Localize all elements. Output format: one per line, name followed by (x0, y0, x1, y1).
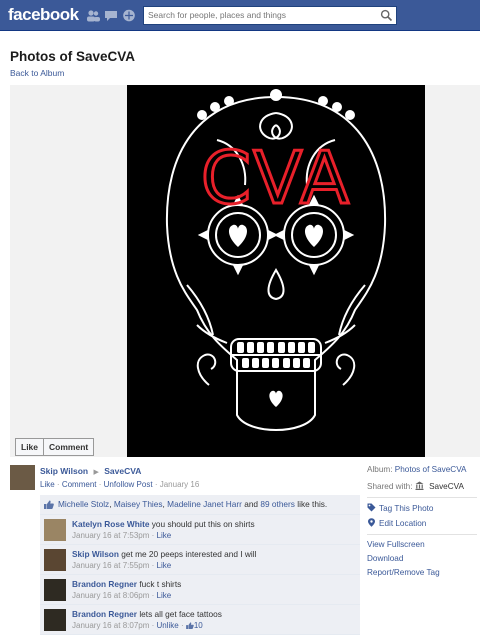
separator: · (98, 480, 102, 489)
comment-meta: January 16 at 7:55pm · Like (72, 561, 172, 570)
comment-like-link[interactable]: Unlike (157, 621, 179, 630)
page-audience-icon (415, 481, 424, 490)
author-link[interactable]: Skip Wilson (40, 466, 88, 476)
report-row[interactable]: Report/Remove Tag (367, 568, 477, 580)
sugar-skull-artwork: CVA (165, 89, 387, 431)
search-icon[interactable] (380, 9, 393, 22)
comment-time: January 16 at 7:55pm (72, 561, 150, 570)
back-to-album-link[interactable]: Back to Album (10, 68, 64, 78)
facebook-logo[interactable]: facebook (8, 5, 79, 25)
comment-body: Katelyn Rose White you should put this o… (72, 519, 255, 541)
target-page-link[interactable]: SaveCVA (104, 466, 141, 476)
story-header: Skip Wilson ▶ SaveCVA (40, 466, 141, 476)
view-fullscreen-row[interactable]: View Fullscreen (367, 540, 477, 552)
comment-body: Skip Wilson get me 20 peeps interested a… (72, 549, 256, 571)
comment-time: January 16 at 8:06pm (72, 591, 150, 600)
search-input[interactable]: Search for people, places and things (148, 10, 286, 20)
divider (367, 534, 477, 535)
separator: · (56, 480, 60, 489)
comma: , (109, 499, 112, 509)
comment-meta: January 16 at 7:53pm · Like (72, 531, 172, 540)
comment-text: you should put this on shirts (151, 519, 255, 529)
shared-with-value: SaveCVA (429, 482, 464, 491)
feedback-box: Michelle Stolz, Maisey Thies, Madeline J… (40, 495, 360, 635)
commenter-name[interactable]: Brandon Regner (72, 579, 137, 589)
likes-tail: like this. (297, 499, 328, 509)
comment-time: January 16 at 8:07pm (72, 621, 150, 630)
tag-photo-row[interactable]: Tag This Photo (367, 503, 477, 515)
commenter-avatar[interactable] (44, 549, 66, 571)
location-pin-icon (368, 518, 375, 527)
edit-location-link[interactable]: Edit Location (379, 519, 426, 528)
comment-time: January 16 at 7:53pm (72, 531, 150, 540)
photo-caption-text: CVA (201, 136, 351, 220)
album-row: Album: Photos of SaveCVA (367, 465, 477, 477)
edit-location-row[interactable]: Edit Location (367, 518, 477, 530)
liker-name[interactable]: Madeline Janet Harr (167, 499, 242, 509)
comment-like-link[interactable]: Like (157, 561, 172, 570)
likes-summary: Michelle Stolz, Maisey Thies, Madeline J… (40, 495, 360, 515)
jewel-bar (86, 9, 136, 22)
comment-meta: January 16 at 8:06pm · Like (72, 591, 172, 600)
comment-meta: January 16 at 8:07pm · Unlike · 10 (72, 621, 203, 630)
unfollow-post-link[interactable]: Unfollow Post (104, 480, 153, 489)
photo-info-sidebar: Album: Photos of SaveCVA Shared with: Sa… (367, 465, 477, 580)
comment-text: fuck t shirts (139, 579, 182, 589)
comment-text: get me 20 peeps interested and I will (121, 549, 257, 559)
photo-action-bar: Like Comment (15, 438, 95, 456)
album-link[interactable]: Photos of SaveCVA (395, 465, 467, 474)
page-title: Photos of SaveCVA (10, 49, 136, 64)
thumbs-up-icon (185, 622, 194, 629)
search-box[interactable]: Search for people, places and things (143, 6, 397, 25)
album-label: Album: (367, 465, 393, 474)
download-row[interactable]: Download (367, 554, 477, 566)
comment-like-link[interactable]: Like (157, 591, 172, 600)
comment-item: Brandon Regner lets all get face tattoos… (40, 605, 360, 635)
commenter-name[interactable]: Brandon Regner (72, 609, 137, 619)
comment-text: lets all get face tattoos (139, 609, 222, 619)
comment-body: Brandon Regner lets all get face tattoos… (72, 609, 222, 631)
comment-list: Katelyn Rose White you should put this o… (40, 515, 360, 635)
comment-item: Brandon Regner fuck t shirts January 16 a… (40, 575, 360, 605)
commenter-name[interactable]: Katelyn Rose White (72, 519, 149, 529)
like-link[interactable]: Like (40, 480, 55, 489)
commenter-avatar[interactable] (44, 579, 66, 601)
story-meta: Like · Comment · Unfollow Post · January… (40, 480, 199, 489)
divider (367, 497, 477, 498)
comment-photo-button[interactable]: Comment (43, 439, 93, 455)
others-link[interactable]: 89 others (260, 499, 295, 509)
commenter-name[interactable]: Skip Wilson (72, 549, 119, 559)
comma: , (162, 499, 165, 509)
comment-like-link[interactable]: Like (157, 531, 172, 540)
comment-link[interactable]: Comment (62, 480, 97, 489)
arrow-icon: ▶ (93, 469, 99, 476)
friends-icon[interactable] (86, 9, 100, 22)
and-text: and (244, 499, 259, 509)
like-photo-button[interactable]: Like (16, 439, 43, 455)
tag-this-photo-link[interactable]: Tag This Photo (379, 504, 433, 513)
report-remove-tag-link[interactable]: Report/Remove Tag (367, 568, 440, 577)
liker-name[interactable]: Maisey Thies (114, 499, 163, 509)
tag-icon (367, 503, 376, 512)
commenter-avatar[interactable] (44, 519, 66, 541)
top-bar: facebook Search for people, places and t… (0, 0, 480, 31)
notifications-icon[interactable] (122, 9, 136, 22)
messages-icon[interactable] (104, 9, 118, 22)
comment-body: Brandon Regner fuck t shirts January 16 a… (72, 579, 181, 601)
comment-like-count[interactable]: 10 (194, 621, 203, 630)
view-fullscreen-link[interactable]: View Fullscreen (367, 540, 425, 549)
comment-item: Katelyn Rose White you should put this o… (40, 515, 360, 545)
thumbs-up-icon (44, 500, 54, 509)
download-link[interactable]: Download (367, 554, 403, 563)
post-date: January 16 (159, 480, 200, 489)
shared-label: Shared with: (367, 482, 413, 491)
commenter-avatar[interactable] (44, 609, 66, 631)
author-avatar[interactable] (10, 465, 35, 490)
shared-row: Shared with: SaveCVA (367, 481, 477, 493)
comment-item: Skip Wilson get me 20 peeps interested a… (40, 545, 360, 575)
liker-name[interactable]: Michelle Stolz (58, 499, 109, 509)
photo[interactable]: CVA (127, 85, 425, 457)
separator: · (154, 480, 158, 489)
